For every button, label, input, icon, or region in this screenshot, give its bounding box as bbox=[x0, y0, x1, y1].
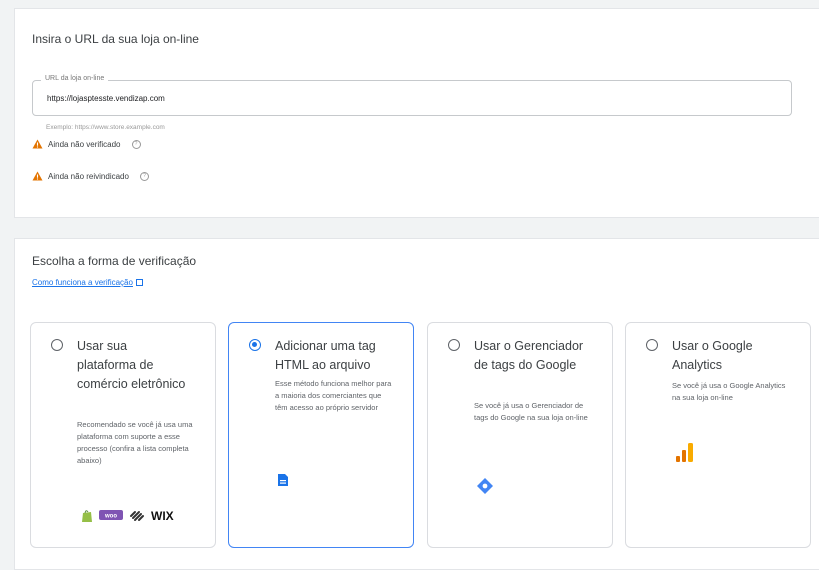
platform-logos: woo WIX bbox=[81, 509, 174, 523]
option-google-analytics[interactable]: Usar o Google Analytics Se você já usa o… bbox=[625, 322, 811, 548]
help-icon[interactable]: ? bbox=[131, 139, 141, 149]
store-url-field[interactable]: URL da loja on-line https://lojasptesste… bbox=[32, 75, 792, 116]
google-analytics-icon bbox=[676, 443, 693, 462]
option-ecommerce-platform[interactable]: Usar sua plataforma de comércio eletrôni… bbox=[30, 322, 216, 548]
html-file-icon bbox=[278, 474, 288, 486]
squarespace-logo-icon bbox=[130, 511, 144, 521]
store-url-value[interactable]: https://lojasptesste.vendizap.com bbox=[47, 94, 165, 103]
url-section-heading: Insira o URL da sua loja on-line bbox=[32, 32, 199, 46]
radio-button[interactable] bbox=[448, 339, 460, 351]
option-title: Adicionar uma tag HTML ao arquivo bbox=[275, 339, 376, 372]
radio-button-selected[interactable] bbox=[249, 339, 261, 351]
shopify-logo-icon bbox=[82, 510, 92, 522]
option-description: Se você já usa o Gerenciador de tags do … bbox=[474, 401, 588, 422]
svg-text:woo: woo bbox=[104, 514, 117, 520]
link-text: Como funciona a verificação bbox=[32, 278, 133, 287]
option-title: Usar o Gerenciador de tags do Google bbox=[474, 339, 584, 372]
option-title: Usar sua plataforma de comércio eletrôni… bbox=[77, 339, 186, 391]
warning-icon bbox=[32, 139, 43, 149]
warning-icon bbox=[32, 171, 43, 181]
status-not-verified: Ainda não verificado bbox=[48, 139, 121, 149]
store-url-label: URL da loja on-line bbox=[41, 75, 109, 82]
option-title: Usar o Google Analytics bbox=[672, 339, 753, 372]
help-icon[interactable]: ? bbox=[139, 171, 149, 181]
verification-status: Ainda não verificado ? bbox=[32, 139, 141, 149]
radio-button[interactable] bbox=[51, 339, 63, 351]
claim-status: Ainda não reivindicado ? bbox=[32, 171, 149, 181]
status-not-claimed: Ainda não reivindicado bbox=[48, 171, 129, 181]
option-description: Recomendado se você já usa uma plataform… bbox=[77, 420, 193, 465]
external-link-icon bbox=[135, 279, 143, 286]
url-example-hint: Exemplo: https://www.store.example.com bbox=[46, 124, 165, 131]
wix-logo: WIX bbox=[151, 509, 174, 523]
google-tag-manager-icon bbox=[477, 478, 493, 494]
option-description: Se você já usa o Google Analytics na sua… bbox=[672, 381, 786, 402]
radio-button[interactable] bbox=[646, 339, 658, 351]
woocommerce-logo-icon: woo bbox=[99, 510, 123, 520]
option-html-tag[interactable]: Adicionar uma tag HTML ao arquivo Esse m… bbox=[228, 322, 414, 548]
how-verification-works-link[interactable]: Como funciona a verificação bbox=[32, 278, 143, 287]
verification-heading: Escolha a forma de verificação bbox=[32, 254, 197, 268]
option-description: Esse método funciona melhor para a maior… bbox=[275, 379, 392, 412]
option-tag-manager[interactable]: Usar o Gerenciador de tags do Google Se … bbox=[427, 322, 613, 548]
